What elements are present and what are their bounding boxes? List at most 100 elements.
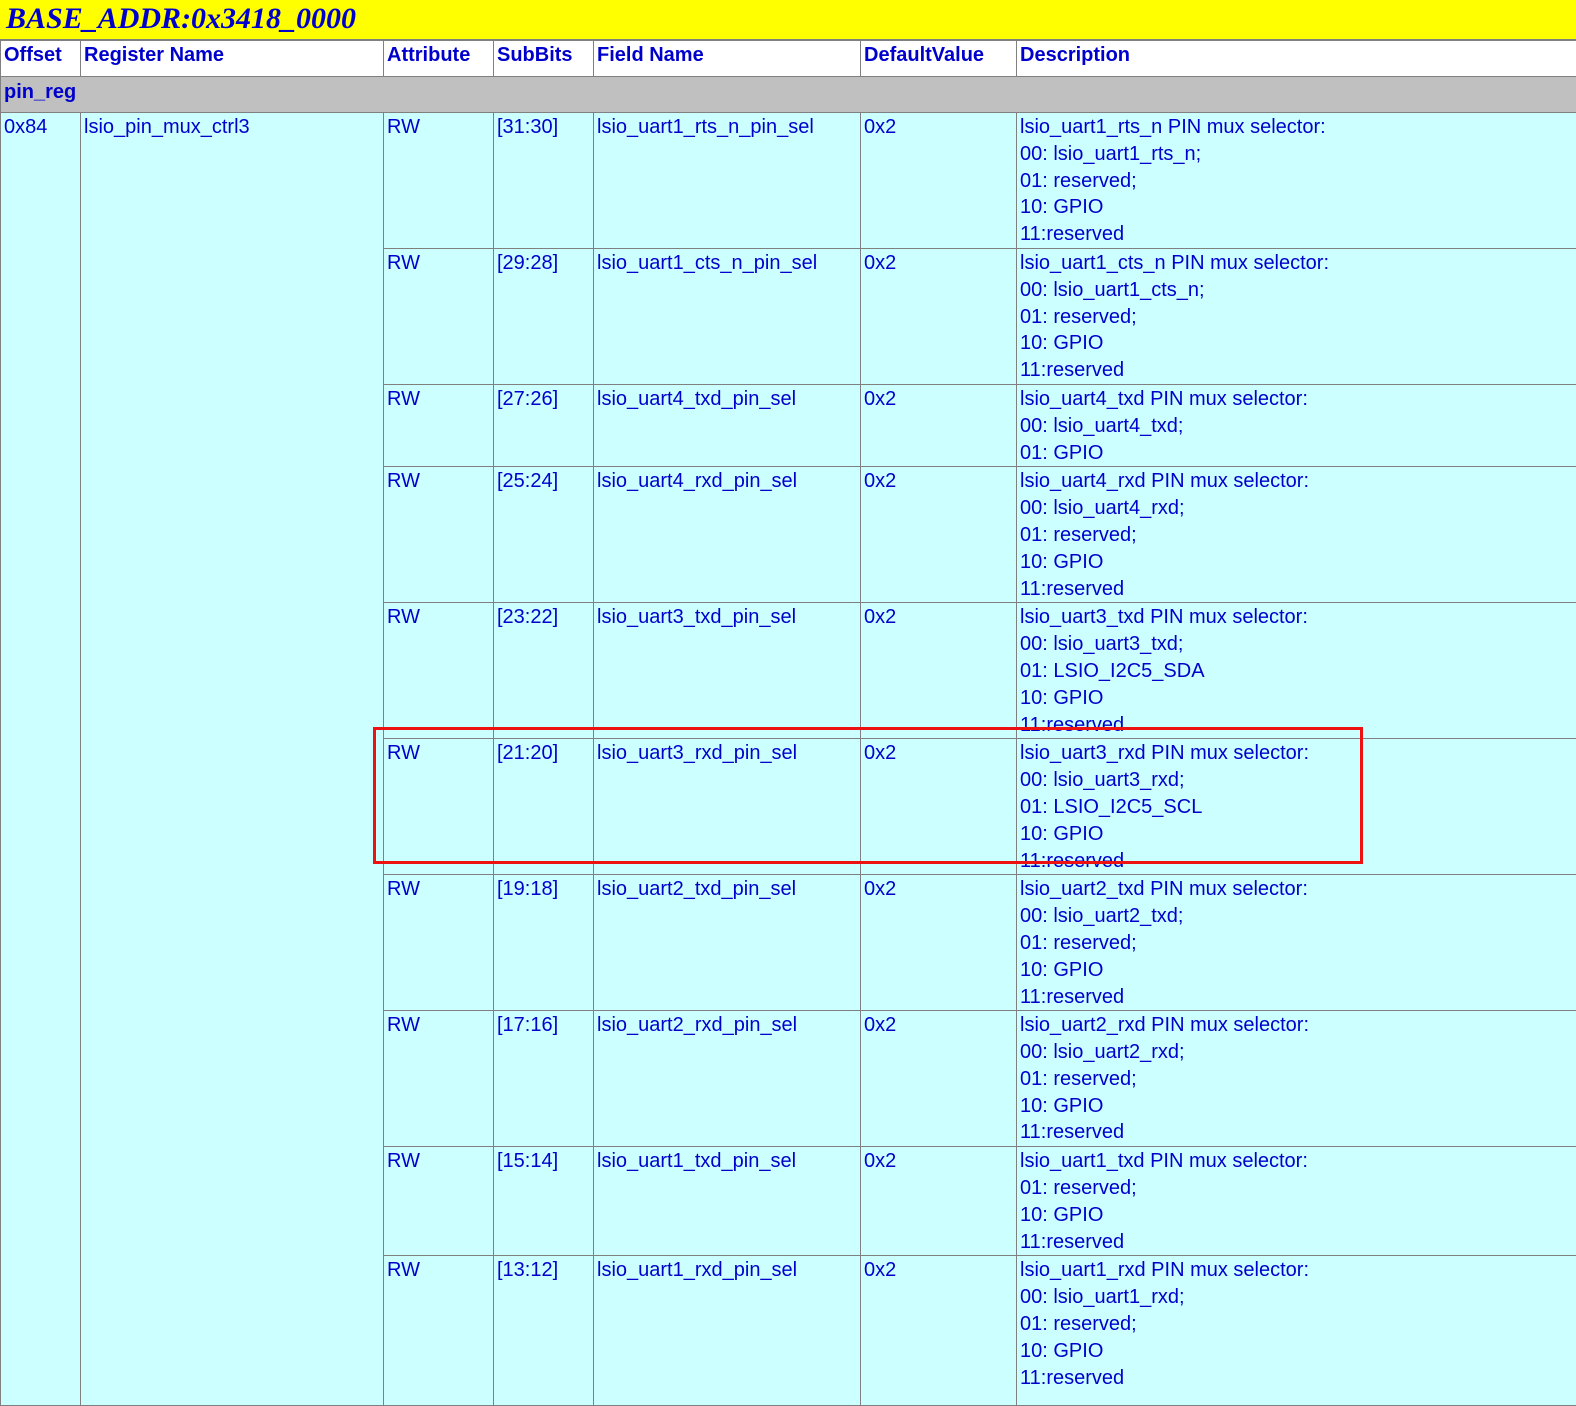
register-table: Offset Register Name Attribute SubBits F… (0, 40, 1576, 1406)
field-name: lsio_uart3_rxd_pin_sel (594, 739, 861, 875)
description-line: 11:reserved (1020, 221, 1573, 248)
field-description: lsio_uart2_rxd PIN mux selector:00: lsio… (1017, 1011, 1576, 1147)
description-line: 10: GPIO (1020, 1202, 1573, 1229)
description-line: 00: lsio_uart3_txd; (1020, 631, 1573, 658)
field-description: lsio_uart1_rxd PIN mux selector:00: lsio… (1017, 1256, 1576, 1406)
description-line: 01: reserved; (1020, 304, 1573, 331)
field-default-value: 0x2 (861, 1011, 1017, 1147)
description-line: 00: lsio_uart1_cts_n; (1020, 277, 1573, 304)
description-line: lsio_uart2_txd PIN mux selector: (1020, 876, 1573, 903)
description-line: 10: GPIO (1020, 1338, 1573, 1365)
description-line: 10: GPIO (1020, 194, 1573, 221)
description-line: 00: lsio_uart2_txd; (1020, 903, 1573, 930)
field-attribute: RW (384, 384, 494, 466)
description-line: 11:reserved (1020, 1229, 1573, 1256)
description-line: 01: reserved; (1020, 1066, 1573, 1093)
description-line: lsio_uart4_txd PIN mux selector: (1020, 386, 1573, 413)
field-name: lsio_uart3_txd_pin_sel (594, 603, 861, 739)
field-subbits: [27:26] (494, 384, 594, 466)
description-line: 11:reserved (1020, 712, 1573, 739)
description-line: 00: lsio_uart4_txd; (1020, 413, 1573, 440)
group-row: pin_reg (1, 77, 1576, 113)
field-subbits: [15:14] (494, 1147, 594, 1256)
field-description: lsio_uart3_rxd PIN mux selector:00: lsio… (1017, 739, 1576, 875)
description-line: lsio_uart4_rxd PIN mux selector: (1020, 468, 1573, 495)
field-description: lsio_uart4_rxd PIN mux selector:00: lsio… (1017, 467, 1576, 603)
description-line: 01: LSIO_I2C5_SDA (1020, 658, 1573, 685)
field-name: lsio_uart4_txd_pin_sel (594, 384, 861, 466)
description-line: lsio_uart2_rxd PIN mux selector: (1020, 1012, 1573, 1039)
page-title: BASE_ADDR:0x3418_0000 (6, 2, 356, 36)
description-line: 01: reserved; (1020, 930, 1573, 957)
description-line: 00: lsio_uart4_rxd; (1020, 495, 1573, 522)
field-subbits: [17:16] (494, 1011, 594, 1147)
field-attribute: RW (384, 739, 494, 875)
field-description: lsio_uart4_txd PIN mux selector:00: lsio… (1017, 384, 1576, 466)
field-description: lsio_uart2_txd PIN mux selector:00: lsio… (1017, 875, 1576, 1011)
description-line: lsio_uart3_rxd PIN mux selector: (1020, 740, 1573, 767)
field-name: lsio_uart2_txd_pin_sel (594, 875, 861, 1011)
column-header-description: Description (1017, 41, 1576, 77)
field-description: lsio_uart1_cts_n PIN mux selector:00: ls… (1017, 248, 1576, 384)
description-line: lsio_uart1_cts_n PIN mux selector: (1020, 250, 1573, 277)
description-line: 00: lsio_uart1_rts_n; (1020, 141, 1573, 168)
description-line: 11:reserved (1020, 357, 1573, 384)
description-line: 10: GPIO (1020, 685, 1573, 712)
field-subbits: [23:22] (494, 603, 594, 739)
field-attribute: RW (384, 248, 494, 384)
column-header-subbits: SubBits (494, 41, 594, 77)
description-line: 00: lsio_uart2_rxd; (1020, 1039, 1573, 1066)
description-line: 00: lsio_uart1_rxd; (1020, 1284, 1573, 1311)
description-line: 00: lsio_uart3_rxd; (1020, 767, 1573, 794)
description-line: 11:reserved (1020, 848, 1573, 875)
column-header-offset: Offset (1, 41, 81, 77)
description-line: lsio_uart3_txd PIN mux selector: (1020, 604, 1573, 631)
field-name: lsio_uart4_rxd_pin_sel (594, 467, 861, 603)
description-line: 01: LSIO_I2C5_SCL (1020, 794, 1573, 821)
description-line: lsio_uart1_rts_n PIN mux selector: (1020, 114, 1573, 141)
field-name: lsio_uart2_rxd_pin_sel (594, 1011, 861, 1147)
field-default-value: 0x2 (861, 739, 1017, 875)
description-line: 10: GPIO (1020, 549, 1573, 576)
register-offset: 0x84 (1, 113, 81, 1406)
field-description: lsio_uart3_txd PIN mux selector:00: lsio… (1017, 603, 1576, 739)
field-default-value: 0x2 (861, 113, 1017, 249)
description-line: 10: GPIO (1020, 1093, 1573, 1120)
column-header-attribute: Attribute (384, 41, 494, 77)
field-attribute: RW (384, 467, 494, 603)
description-line: lsio_uart1_rxd PIN mux selector: (1020, 1257, 1573, 1284)
column-header-field-name: Field Name (594, 41, 861, 77)
column-header-register-name: Register Name (81, 41, 384, 77)
field-subbits: [21:20] (494, 739, 594, 875)
field-default-value: 0x2 (861, 384, 1017, 466)
field-subbits: [29:28] (494, 248, 594, 384)
field-attribute: RW (384, 875, 494, 1011)
field-subbits: [13:12] (494, 1256, 594, 1406)
description-line: 11:reserved (1020, 1119, 1573, 1146)
field-name: lsio_uart1_cts_n_pin_sel (594, 248, 861, 384)
field-default-value: 0x2 (861, 467, 1017, 603)
field-description: lsio_uart1_rts_n PIN mux selector:00: ls… (1017, 113, 1576, 249)
group-label: pin_reg (1, 77, 1576, 113)
field-name: lsio_uart1_rxd_pin_sel (594, 1256, 861, 1406)
register-name: lsio_pin_mux_ctrl3 (81, 113, 384, 1406)
description-line: 10: GPIO (1020, 957, 1573, 984)
field-attribute: RW (384, 1147, 494, 1256)
column-header-default-value: DefaultValue (861, 41, 1017, 77)
description-line: lsio_uart1_txd PIN mux selector: (1020, 1148, 1573, 1175)
description-line: 01: reserved; (1020, 1311, 1573, 1338)
field-attribute: RW (384, 603, 494, 739)
description-line: 01: reserved; (1020, 522, 1573, 549)
field-default-value: 0x2 (861, 1147, 1017, 1256)
field-subbits: [25:24] (494, 467, 594, 603)
field-description: lsio_uart1_txd PIN mux selector:01: rese… (1017, 1147, 1576, 1256)
description-line: 01: reserved; (1020, 1175, 1573, 1202)
field-name: lsio_uart1_rts_n_pin_sel (594, 113, 861, 249)
field-default-value: 0x2 (861, 248, 1017, 384)
header-row: Offset Register Name Attribute SubBits F… (1, 41, 1576, 77)
field-default-value: 0x2 (861, 875, 1017, 1011)
field-default-value: 0x2 (861, 1256, 1017, 1406)
description-line: 11:reserved (1020, 1365, 1573, 1392)
field-attribute: RW (384, 113, 494, 249)
description-line: 10: GPIO (1020, 330, 1573, 357)
